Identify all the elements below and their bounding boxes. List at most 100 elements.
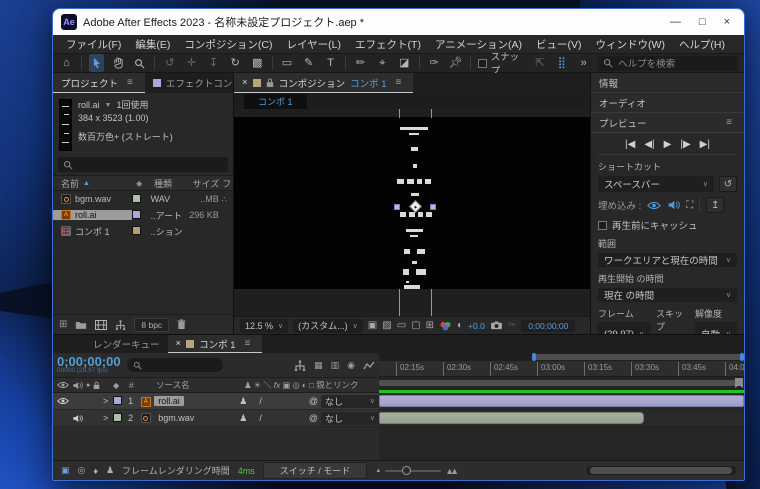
layer-row-1[interactable]: > 1 A roll.ai ♟ / @ なし ∨ [53, 393, 380, 410]
tab-close-icon[interactable]: × [242, 77, 248, 88]
toggle-rulers-icon[interactable]: ⊞ [426, 320, 434, 331]
switches-modes-button[interactable]: スイッチ / モード [262, 462, 368, 479]
magnification-dropdown[interactable]: 12.5 % ∨ [240, 318, 289, 333]
item-dropdown-icon[interactable]: ▼ [105, 99, 112, 112]
cache-before-play-checkbox[interactable] [598, 220, 607, 230]
timeline-horizontal-scrollbar[interactable] [586, 466, 736, 475]
project-search-input[interactable] [58, 157, 228, 172]
toolbar-overflow[interactable]: » [576, 54, 591, 72]
timeline-search-input[interactable] [126, 358, 223, 372]
parent-dropdown[interactable]: なし ∨ [321, 394, 380, 408]
info-panel-header[interactable]: 情報 [591, 73, 744, 93]
orbit-camera-tool-icon[interactable]: ↺ [162, 54, 177, 72]
project-flowchart-icon[interactable] [115, 320, 126, 330]
clone-stamp-tool-icon[interactable]: ⌖ [375, 54, 390, 72]
project-item-roll[interactable]: A roll.ai ..アート 296 KB [53, 207, 233, 223]
column-type[interactable]: 種類 [154, 177, 188, 190]
last-frame-button[interactable]: ▶| [700, 139, 710, 150]
hand-tool-icon[interactable] [111, 54, 126, 72]
zoom-out-mountain-icon[interactable]: ▲ [375, 468, 381, 474]
color-depth-button[interactable]: 8 bpc [134, 317, 170, 332]
layer-name[interactable]: roll.ai [154, 396, 184, 406]
layer-name[interactable]: bgm.wav [154, 413, 198, 423]
menu-edit[interactable]: 編集(E) [128, 37, 177, 52]
audio-panel-header[interactable]: オーディオ [591, 93, 744, 113]
layer-audio-speaker-icon[interactable] [72, 414, 83, 423]
live-update-icon[interactable]: ◎ [78, 465, 86, 476]
close-button[interactable]: × [724, 16, 730, 28]
zoom-tool-icon[interactable] [133, 54, 148, 72]
exposure-value[interactable]: +0.0 [468, 321, 485, 331]
source-name-column[interactable]: ソース名 [156, 379, 244, 391]
menu-layer[interactable]: レイヤー(L) [280, 37, 349, 52]
project-item-bgm[interactable]: bgm.wav WAV ..MB ∴ [53, 191, 233, 207]
panel-menu-icon[interactable]: ≡ [392, 77, 406, 88]
layer-quality-toggle[interactable]: / [259, 396, 262, 406]
range-dropdown[interactable]: ワークエリアと現在の時間 ∨ [598, 253, 737, 267]
play-from-dropdown[interactable]: 現在 の時間 ∨ [598, 288, 737, 302]
layer-shy-toggle[interactable]: ♟ [239, 396, 247, 407]
export-preview-icon[interactable]: ↥ [706, 197, 725, 213]
column-path[interactable]: フ [222, 177, 233, 190]
pickwhip-icon[interactable]: @ [309, 396, 318, 406]
label-color-chip[interactable] [131, 193, 141, 203]
text-tool-icon[interactable]: T [323, 54, 338, 72]
new-folder-icon[interactable] [75, 320, 87, 330]
brush-tool-icon[interactable]: ✏ [353, 54, 368, 72]
menu-help[interactable]: ヘルプ(H) [672, 37, 732, 52]
tab-render-queue[interactable]: レンダーキュー [53, 337, 168, 351]
workspace-icon[interactable]: ⣿ [554, 54, 569, 72]
tab-composition[interactable]: × コンポジション コンポ 1 ≡ [234, 73, 414, 93]
navigator-handle[interactable] [532, 354, 744, 360]
resolution-dropdown[interactable]: 自動 ∨ [695, 322, 737, 334]
tab-project[interactable]: プロジェクト ≡ [53, 73, 145, 93]
selection-handle-left[interactable] [394, 204, 400, 210]
label-color-chip[interactable] [131, 209, 141, 219]
layer-label-chip[interactable] [112, 412, 122, 422]
panel-menu-icon[interactable]: ≡ [722, 117, 736, 128]
next-frame-button[interactable]: |▶ [680, 139, 690, 150]
layer-expand-arrow[interactable]: > [103, 396, 113, 406]
selection-tool-icon[interactable] [88, 54, 104, 72]
layer-shy-toggle[interactable]: ♟ [239, 413, 247, 424]
selection-handle-right[interactable] [430, 204, 436, 210]
layer-row-2[interactable]: > 2 bgm.wav ♟ / @ なし ∨ [53, 410, 380, 427]
snapshot-camera-icon[interactable] [490, 321, 503, 330]
shape-tool-icon[interactable]: ▭ [280, 54, 295, 72]
include-overlays-icon[interactable]: ⛶︎ [686, 200, 693, 211]
menu-view[interactable]: ビュー(V) [529, 37, 589, 52]
snap-checkbox[interactable] [478, 58, 487, 68]
include-audio-speaker-icon[interactable] [667, 200, 680, 210]
puppet-pin-tool-icon[interactable]: 📌︎ [448, 54, 463, 72]
new-composition-icon[interactable] [95, 320, 107, 330]
label-color-chip[interactable] [131, 225, 141, 235]
layer-quality-toggle[interactable]: / [259, 413, 262, 423]
framerate-dropdown[interactable]: (29.97) ∨ [598, 322, 650, 334]
menu-window[interactable]: ウィンドウ(W) [589, 37, 672, 52]
pan-camera-tool-icon[interactable]: ✛ [184, 54, 199, 72]
include-video-eye-icon[interactable] [647, 201, 661, 210]
home-icon[interactable]: ⌂ [59, 54, 74, 72]
menu-effect[interactable]: エフェクト(T) [348, 37, 428, 52]
previous-frame-button[interactable]: ◀| [644, 139, 654, 150]
zoom-slider-track[interactable] [385, 465, 442, 475]
frame-blending-icon[interactable]: ▥ [331, 360, 340, 371]
exposure-icon[interactable]: ◐ [457, 320, 463, 331]
snap-options-icon[interactable]: ⇱ [533, 54, 548, 72]
marker-bin-icon[interactable] [735, 378, 743, 388]
shortcut-dropdown[interactable]: スペースバー ∨ [598, 176, 714, 192]
mini-flowchart-icon[interactable] [294, 360, 306, 371]
layer-expand-arrow[interactable]: > [103, 413, 113, 423]
column-label[interactable]: ◆ [136, 178, 154, 188]
parent-dropdown[interactable]: なし ∨ [321, 411, 380, 425]
reset-shortcut-button[interactable]: ↺ [719, 176, 737, 192]
toggle-guides-icon[interactable]: ▢ [411, 320, 420, 331]
first-frame-button[interactable]: |◀ [625, 139, 635, 150]
draft-quality-icon[interactable]: ♦ [93, 466, 98, 476]
layer-label-chip[interactable] [112, 395, 122, 405]
maximize-button[interactable]: □ [699, 16, 706, 28]
zoom-slider-knob[interactable] [402, 465, 412, 475]
panel-menu-icon[interactable]: ≡ [241, 338, 255, 349]
scrollbar-thumb[interactable] [590, 467, 732, 474]
rotation-tool-icon[interactable]: ↻ [228, 54, 243, 72]
